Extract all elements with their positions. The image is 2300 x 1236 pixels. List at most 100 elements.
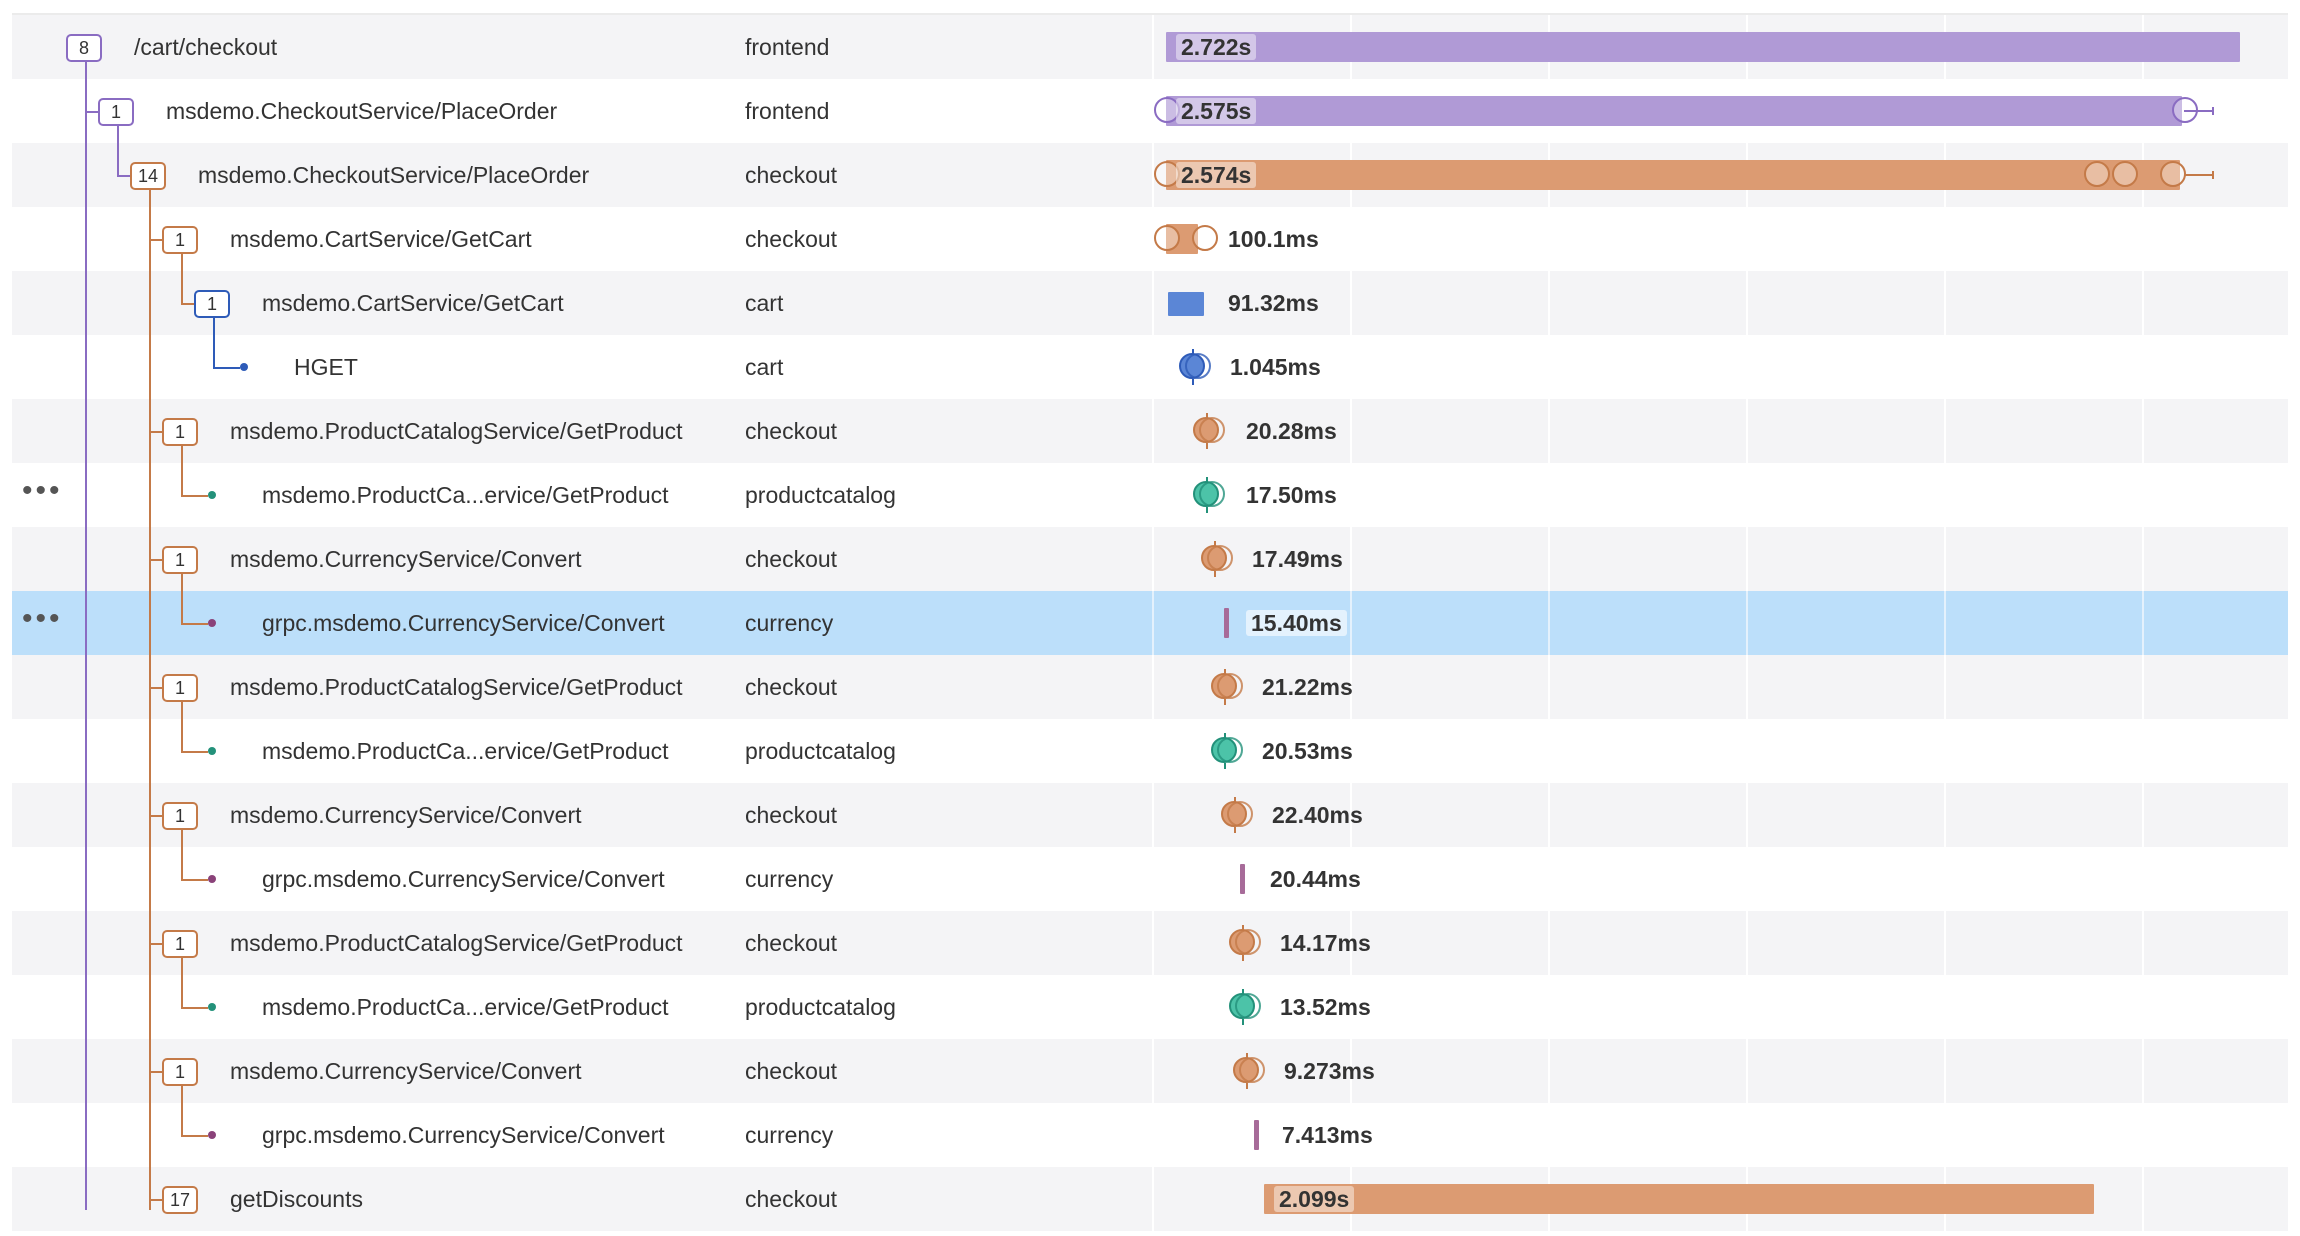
leaf-span-dot [208,1003,216,1011]
span-event-circle[interactable] [2084,161,2110,187]
child-count-badge[interactable]: 1 [162,674,198,702]
timeline-gridline [1944,335,1946,399]
span-duration-label: 14.17ms [1280,930,1371,956]
leaf-span-dot [208,747,216,755]
child-count-badge[interactable]: 14 [130,162,166,190]
span-name: msdemo.ProductCatalogService/GetProduct [230,674,683,700]
service-name: currency [745,610,834,636]
timeline-gridline [2142,1039,2144,1103]
span-duration-bar[interactable] [1166,160,2180,190]
service-name: currency [745,866,834,892]
timeline-gridline [2142,463,2144,527]
span-row[interactable]: msdemo.ProductCa...ervice/GetProduct prod… [12,719,2288,783]
span-row[interactable]: 1 msdemo.ProductCatalogService/GetProduct… [12,399,2288,463]
span-event-circle [1227,801,1253,827]
span-row[interactable]: 1 msdemo.CartService/GetCart cart 91.32ms [12,271,2288,335]
service-name: cart [745,354,784,380]
span-name: msdemo.ProductCa...ervice/GetProduct [262,738,669,764]
span-event-circle [1217,673,1243,699]
child-count-badge[interactable]: 1 [162,930,198,958]
span-row[interactable]: grpc.msdemo.CurrencyService/Convert curre… [12,847,2288,911]
timeline-gridline [1548,1103,1550,1167]
span-row[interactable]: 1 msdemo.CurrencyService/Convert checkout 1… [12,527,2288,591]
span-event-circle[interactable] [1154,225,1180,251]
timeline-gridline [1548,399,1550,463]
span-row[interactable]: 1 msdemo.CurrencyService/Convert checkout 9… [12,1039,2288,1103]
timeline-gridline [1548,527,1550,591]
span-event-circle[interactable] [2112,161,2138,187]
service-name: checkout [745,226,838,252]
span-row[interactable]: 1 msdemo.CheckoutService/PlaceOrder fronte… [12,79,2288,143]
span-name: msdemo.CartService/GetCart [230,226,532,252]
span-duration-label: 1.045ms [1230,354,1321,380]
span-row[interactable]: 1 msdemo.ProductCatalogService/GetProduct… [12,655,2288,719]
span-duration-bar[interactable] [1166,96,2182,126]
span-row[interactable]: HGET cart 1.045ms [12,335,2288,399]
timeline-gridline [1746,399,1748,463]
span-duration-bar[interactable] [1224,608,1229,638]
span-duration-bar[interactable] [1264,1184,2094,1214]
child-count-badge[interactable]: 1 [194,290,230,318]
child-count-badge[interactable]: 8 [66,34,102,62]
span-event-circle[interactable] [1192,225,1218,251]
timeline-gridline [2142,1103,2144,1167]
span-duration-label: 20.44ms [1270,866,1361,892]
span-event-circle[interactable] [2160,161,2186,187]
timeline-gridline [1152,911,1154,975]
timeline-gridline [2142,719,2144,783]
timeline-gridline [1746,463,1748,527]
child-count-badge[interactable]: 1 [162,1058,198,1086]
span-row[interactable]: 14 msdemo.CheckoutService/PlaceOrder check… [12,143,2288,207]
more-horizontal-icon[interactable]: ••• [22,604,63,634]
span-duration-label: 17.50ms [1246,482,1337,508]
timeline-gridline [1746,655,1748,719]
timeline-gridline [1944,719,1946,783]
child-count-badge[interactable]: 1 [98,98,134,126]
span-row[interactable]: 1 msdemo.ProductCatalogService/GetProduct… [12,911,2288,975]
child-count-badge[interactable]: 17 [162,1186,198,1214]
timeline-gridline [1548,847,1550,911]
span-duration-label: 2.722s [1176,34,1257,60]
span-duration-bar[interactable] [1254,1120,1259,1150]
span-row[interactable]: ••• grpc.msdemo.CurrencyService/Convert cu… [12,591,2288,655]
span-row[interactable]: ••• msdemo.ProductCa...ervice/GetProduct p… [12,463,2288,527]
span-name: msdemo.CurrencyService/Convert [230,1058,582,1084]
span-row[interactable]: 1 msdemo.CartService/GetCart checkout 100.1… [12,207,2288,271]
timeline-gridline [2142,1167,2144,1231]
service-name: productcatalog [745,482,896,508]
span-tick [1234,827,1236,833]
span-tick [1206,443,1208,449]
span-row[interactable]: msdemo.ProductCa...ervice/GetProduct prod… [12,975,2288,1039]
span-duration-bar[interactable] [1240,864,1245,894]
span-duration-bar[interactable] [1166,32,2240,62]
timeline-gridline [1746,1103,1748,1167]
timeline-gridline [1548,655,1550,719]
span-tick [1224,699,1226,705]
span-tick [1206,413,1208,419]
span-tick [1224,763,1226,769]
service-name: checkout [745,418,838,444]
timeline-gridline [1548,1039,1550,1103]
span-row[interactable]: 1 msdemo.CurrencyService/Convert checkout 2… [12,783,2288,847]
child-count-badge[interactable]: 1 [162,418,198,446]
timeline-gridline [1350,271,1352,335]
timeline-gridline [1746,975,1748,1039]
timeline-gridline [1944,1039,1946,1103]
span-row[interactable]: 17 getDiscounts checkout 2.099s [12,1167,2288,1231]
span-duration-bar[interactable] [1168,292,1204,316]
child-count-badge[interactable]: 1 [162,546,198,574]
timeline-gridline [1152,591,1154,655]
timeline-gridline [1944,783,1946,847]
span-event-circle [1235,993,1261,1019]
child-count-badge[interactable]: 1 [162,802,198,830]
timeline-gridline [1152,847,1154,911]
timeline-gridline [1152,1039,1154,1103]
span-row[interactable]: 8/cart/checkout frontend 2.722s [12,15,2288,79]
span-row[interactable]: grpc.msdemo.CurrencyService/Convert curre… [12,1103,2288,1167]
timeline-gridline [1944,399,1946,463]
child-count-badge[interactable]: 1 [162,226,198,254]
more-horizontal-icon[interactable]: ••• [22,476,63,506]
timeline-gridline [2142,847,2144,911]
span-tick [1192,379,1194,385]
timeline-gridline [2142,783,2144,847]
